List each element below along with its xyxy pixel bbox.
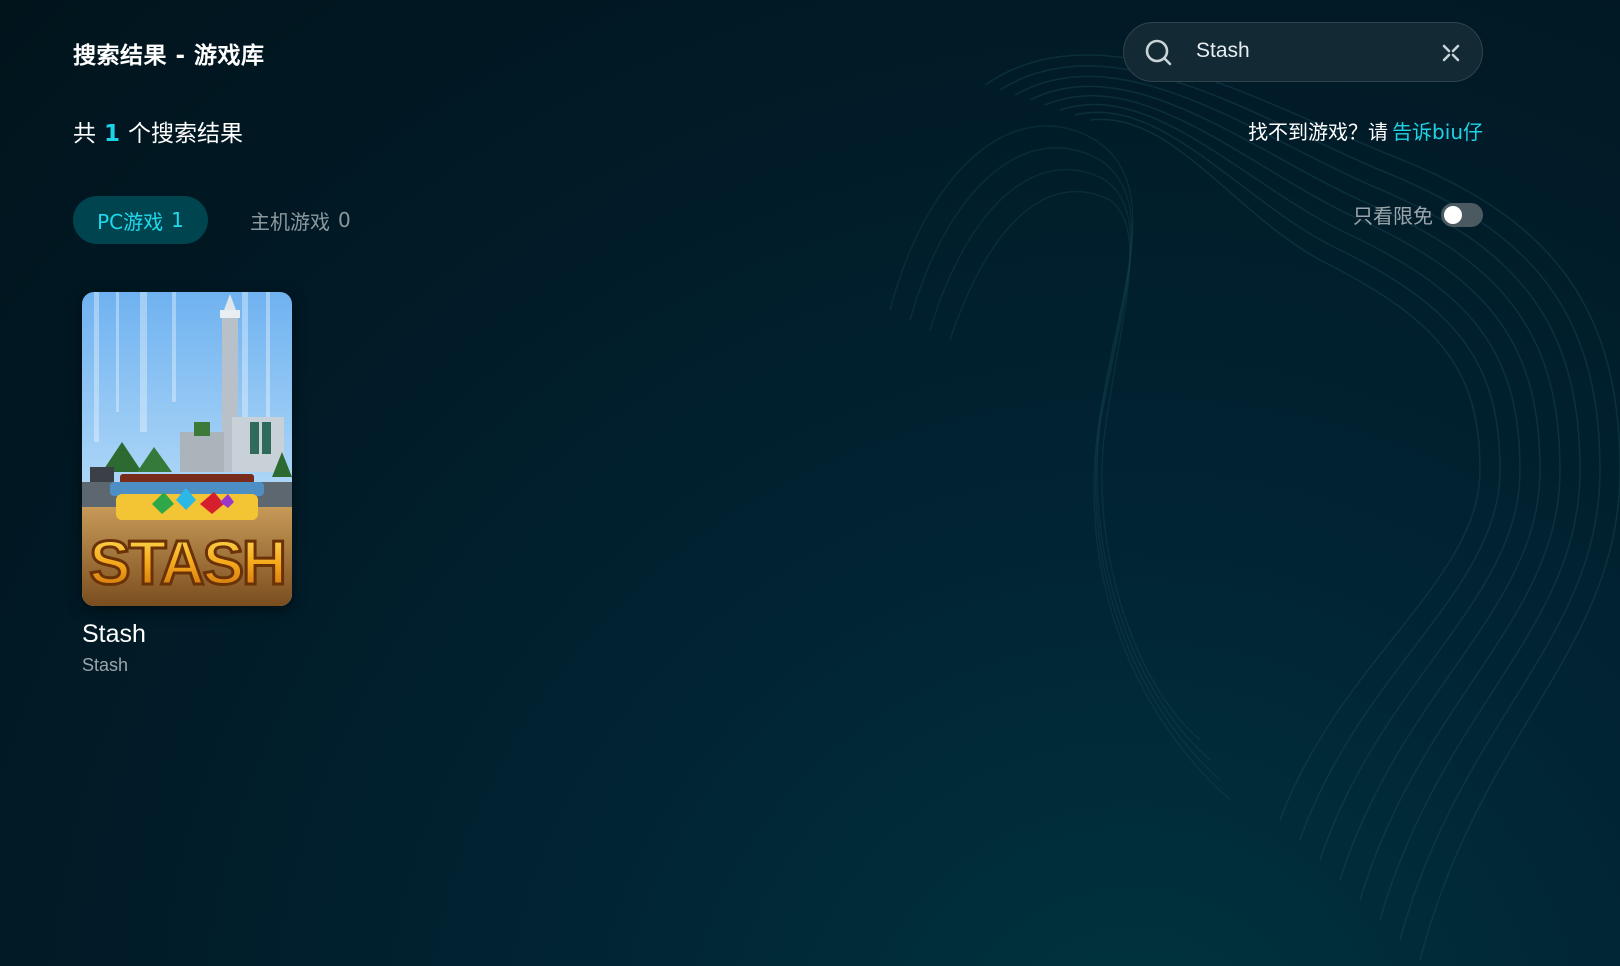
result-count-suffix: 个搜索结果 <box>128 121 244 147</box>
result-count-prefix: 共 <box>73 121 96 147</box>
tab-console-games-count: 0 <box>338 208 351 232</box>
tab-pc-games-count: 1 <box>171 208 184 232</box>
tab-pc-games[interactable]: PC游戏 1 <box>73 196 208 244</box>
page-title: 搜索结果 - 游戏库 <box>73 43 265 69</box>
result-count-number: 1 <box>104 121 121 147</box>
game-card[interactable]: STASH Stash Stash <box>82 292 292 676</box>
close-icon[interactable] <box>1440 42 1462 64</box>
result-count: 共 1 个搜索结果 <box>73 114 243 148</box>
game-cover-image[interactable]: STASH <box>82 292 292 606</box>
free-only-toggle[interactable] <box>1441 202 1483 227</box>
search-icon[interactable] <box>1144 38 1174 68</box>
tab-pc-games-label: PC游戏 <box>97 209 164 234</box>
tab-console-games[interactable]: 主机游戏 0 <box>250 196 351 244</box>
game-title: Stash <box>82 620 146 648</box>
background-rings-decoration <box>889 54 1620 961</box>
free-only-label: 只看限免 <box>1353 204 1433 228</box>
toggle-knob <box>1444 205 1462 224</box>
feedback-text: 找不到游戏？请 <box>1248 120 1389 144</box>
search-box[interactable]: Stash <box>1123 22 1483 82</box>
free-only-filter: 只看限免 <box>1353 200 1483 229</box>
search-input[interactable]: Stash <box>1196 39 1250 63</box>
game-subtitle: Stash <box>82 655 129 675</box>
feedback-link[interactable]: 告诉biu仔 <box>1392 116 1483 145</box>
tab-console-games-label: 主机游戏 <box>250 209 330 234</box>
game-cover-logo: STASH <box>89 529 285 598</box>
feedback-prompt: 找不到游戏？请 告诉biu仔 <box>1248 116 1483 145</box>
